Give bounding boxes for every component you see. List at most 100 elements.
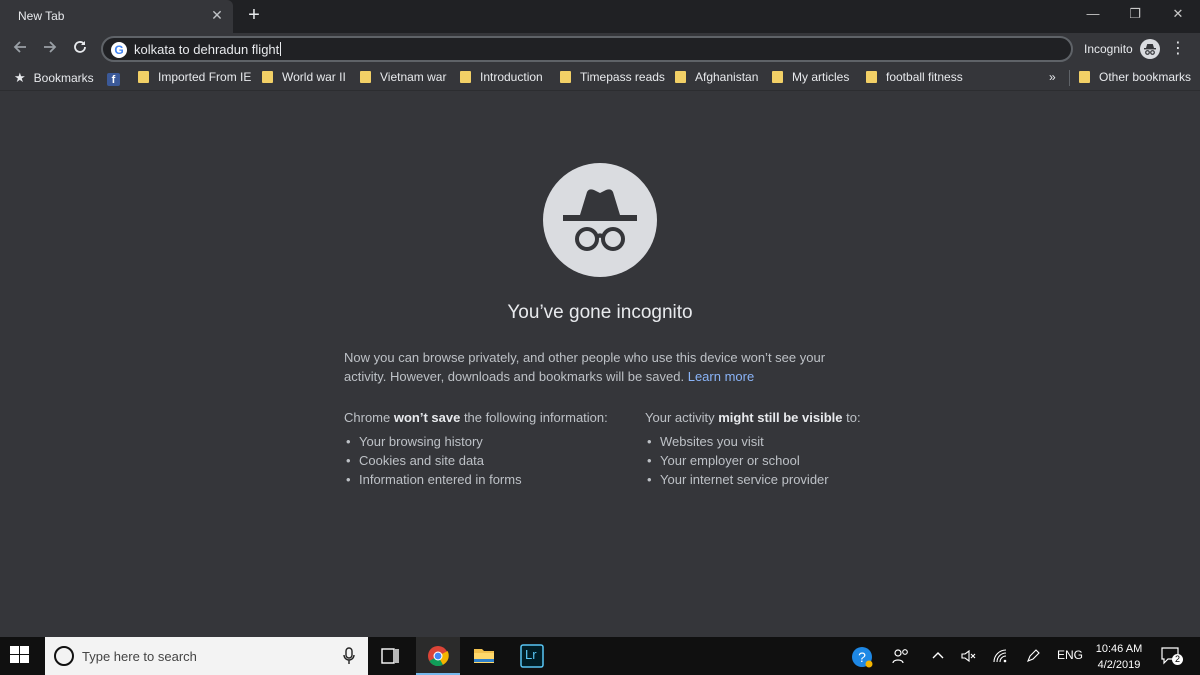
folder-icon [675, 71, 686, 83]
wont-save-section: Chrome won’t save the following informat… [344, 410, 608, 489]
still-visible-list: Websites you visit Your employer or scho… [645, 432, 861, 489]
bookmarks-root-label: Bookmarks [33, 71, 94, 85]
bookmark-folder[interactable]: Vietnam war [360, 70, 446, 86]
clock-time: 10:46 AM [1095, 643, 1143, 655]
wont-save-list: Your browsing history Cookies and site d… [344, 432, 608, 489]
bookmark-folder[interactable]: Introduction [460, 70, 543, 86]
list-item: Cookies and site data [344, 451, 608, 470]
taskbar-search-box[interactable]: Type here to search [45, 637, 368, 675]
bookmark-label: My articles [792, 70, 850, 84]
still-visible-heading: Your activity might still be visible to: [645, 410, 861, 425]
bookmark-label: Introduction [480, 70, 543, 84]
incognito-profile-icon[interactable] [1140, 39, 1160, 59]
folder-icon [460, 71, 471, 83]
file-explorer-icon[interactable] [462, 637, 506, 675]
google-icon: G [111, 42, 127, 58]
folder-icon [772, 71, 783, 83]
list-item: Websites you visit [645, 432, 861, 451]
other-bookmarks-label: Other bookmarks [1099, 70, 1192, 84]
menu-icon[interactable]: ⋮ [1170, 38, 1186, 60]
notification-count: 2 [1172, 654, 1183, 665]
bookmark-folder[interactable]: My articles [772, 70, 849, 86]
star-icon: ★ [14, 70, 26, 85]
people-icon[interactable] [892, 648, 910, 667]
clock-date: 4/2/2019 [1097, 659, 1141, 671]
bookmark-label: Timepass reads [580, 70, 665, 84]
bookmark-label: Imported From IE [158, 70, 252, 84]
folder-icon [866, 71, 877, 83]
incognito-label: Incognito [1084, 42, 1133, 56]
heading-text: Chrome [344, 410, 394, 425]
reload-icon[interactable] [68, 37, 92, 61]
bookmark-label: Afghanistan [695, 70, 759, 84]
bookmark-folder[interactable]: Timepass reads [560, 70, 665, 86]
pen-icon[interactable] [1025, 648, 1041, 667]
bookmark-folder[interactable]: World war II [262, 70, 346, 86]
incognito-description: Now you can browse privately, and other … [344, 348, 864, 386]
text-caret [280, 42, 282, 56]
bookmarks-bar: ★ Bookmarks f Imported From IE World war … [0, 65, 1200, 91]
tab-title: New Tab [18, 9, 65, 23]
facebook-bookmark[interactable]: f [107, 70, 120, 86]
bookmarks-divider [1069, 70, 1070, 86]
list-item: Information entered in forms [344, 470, 608, 489]
bookmark-label: football fitness [886, 70, 963, 84]
bookmark-folder[interactable]: Imported From IE [138, 70, 251, 86]
bookmark-label: Vietnam war [380, 70, 447, 84]
title-bar: New Tab ✕ + — ❐ ✕ [0, 0, 1200, 33]
tab-close-icon[interactable]: ✕ [209, 6, 225, 24]
learn-more-link[interactable]: Learn more [688, 369, 754, 384]
heading-emphasis: won’t save [393, 410, 461, 425]
wont-save-heading: Chrome won’t save the following informat… [344, 410, 608, 425]
page-title: You’ve gone incognito [507, 302, 693, 323]
address-bar[interactable]: G kolkata to dehradun flight [101, 36, 1073, 62]
list-item: Your internet service provider [645, 470, 861, 489]
still-visible-section: Your activity might still be visible to:… [645, 410, 861, 489]
chrome-taskbar-icon[interactable] [416, 637, 460, 675]
close-window-button[interactable]: ✕ [1164, 2, 1192, 26]
chevron-up-icon[interactable] [931, 648, 945, 665]
folder-icon [360, 71, 371, 83]
bookmark-folder[interactable]: Afghanistan [675, 70, 758, 86]
toolbar: G kolkata to dehradun flight Incognito ⋮ [0, 33, 1200, 65]
svg-text:?: ? [858, 649, 866, 665]
restore-button[interactable]: ❐ [1121, 2, 1149, 26]
windows-start-icon[interactable] [10, 646, 32, 666]
search-placeholder: Type here to search [82, 649, 197, 664]
taskbar: Type here to search Lr ? ENG 10:46 AM 4/… [0, 637, 1200, 675]
minimize-button[interactable]: — [1079, 2, 1107, 26]
back-arrow-icon[interactable] [8, 37, 32, 61]
microphone-icon[interactable] [343, 647, 355, 665]
folder-icon [262, 71, 273, 83]
other-bookmarks-folder[interactable]: Other bookmarks [1079, 70, 1191, 86]
notifications-icon[interactable]: 2 [1160, 646, 1183, 669]
help-icon[interactable]: ? [851, 646, 873, 671]
bookmark-label: World war II [282, 70, 346, 84]
new-tab-button[interactable]: + [244, 4, 264, 26]
clock[interactable]: 10:46 AM 4/2/2019 [1094, 641, 1144, 673]
tab-new-tab[interactable]: New Tab ✕ [0, 0, 233, 33]
folder-icon [560, 71, 571, 83]
list-item: Your employer or school [645, 451, 861, 470]
facebook-icon: f [107, 73, 120, 86]
heading-text: to: [842, 410, 861, 425]
lightroom-icon[interactable]: Lr [510, 637, 554, 675]
task-view-icon[interactable] [368, 637, 412, 675]
folder-icon [138, 71, 149, 83]
heading-text: Your activity [645, 410, 719, 425]
bookmark-folder[interactable]: football fitness [866, 70, 963, 86]
cortana-icon [54, 646, 74, 666]
bookmarks-overflow-button[interactable]: » [1049, 70, 1056, 86]
address-text: kolkata to dehradun flight [134, 42, 280, 57]
forward-arrow-icon[interactable] [38, 37, 62, 61]
bookmarks-root[interactable]: ★ Bookmarks [14, 70, 94, 86]
volume-muted-icon[interactable] [960, 648, 976, 667]
folder-icon [1079, 71, 1090, 83]
language-indicator[interactable]: ENG [1057, 648, 1083, 662]
heading-text: the following information: [460, 410, 608, 425]
heading-emphasis: might still be visible [718, 410, 843, 425]
wifi-icon[interactable] [992, 648, 1008, 667]
incognito-icon [543, 163, 657, 277]
lightroom-label: Lr [525, 647, 537, 662]
list-item: Your browsing history [344, 432, 608, 451]
